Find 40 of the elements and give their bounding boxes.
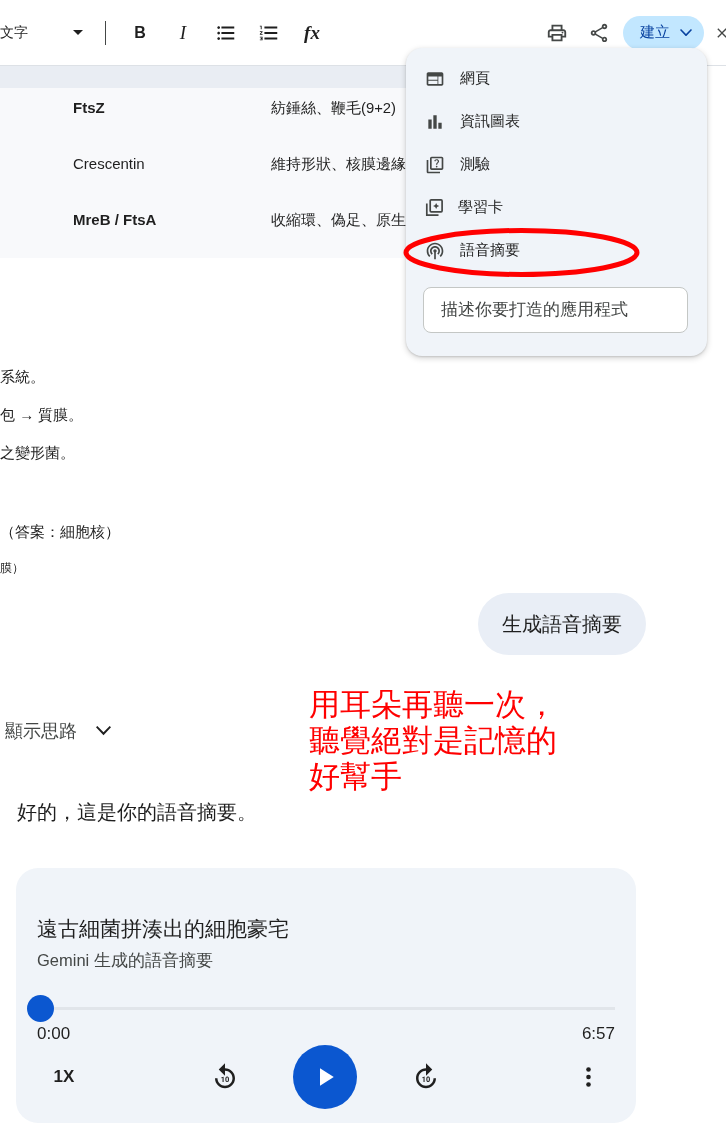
chevron-down-icon xyxy=(680,28,692,37)
table-cell-text: 收縮環、偽足、原生 xyxy=(271,211,406,230)
chevron-down-icon xyxy=(96,726,111,736)
audio-subtitle: Gemini 生成的語音摘要 xyxy=(37,950,213,971)
total-time: 6:57 xyxy=(581,1023,615,1045)
annotation-text: 用耳朵再聽一次，聽覺絕對是記憶的好幫手 xyxy=(309,687,558,795)
more-options-icon xyxy=(585,1067,591,1087)
menu-item[interactable]: 測驗 xyxy=(406,143,707,186)
text-style-dropdown[interactable]: 文字 xyxy=(0,14,84,51)
document-text: 之變形菌。 xyxy=(0,443,75,463)
italic-button[interactable]: I xyxy=(165,14,201,51)
formula-button[interactable]: fx xyxy=(294,14,330,51)
speed-button[interactable]: 1X xyxy=(37,1057,91,1097)
table-cell-text: MreB / FtsA xyxy=(72,210,158,230)
card-stack-icon xyxy=(425,198,443,217)
table-cell-text: Crescentin xyxy=(72,154,146,174)
document-text: 系統。 xyxy=(0,367,45,387)
progress-thumb[interactable] xyxy=(27,994,54,1022)
bold-button[interactable]: B xyxy=(122,14,158,51)
audio-title: 遠古細菌拼湊出的細胞豪宅 xyxy=(37,916,289,942)
table-cell-text: 紡錘絲、鞭毛(9+2) xyxy=(271,99,396,118)
table-cell-text: FtsZ xyxy=(72,98,106,118)
document-text: （答案：細胞核） xyxy=(0,522,120,542)
show-thinking-button[interactable]: 顯示思路 xyxy=(5,713,111,749)
document-text: 包 → 質膜。 xyxy=(0,405,84,425)
menu-item[interactable]: 學習卡 xyxy=(406,186,707,229)
caret-down-icon xyxy=(73,30,83,35)
create-button[interactable]: 建立 xyxy=(623,15,704,50)
menu-item[interactable]: 語音摘要 xyxy=(406,229,707,272)
prompt-field[interactable]: 描述你要打造的應用程式 xyxy=(423,287,688,333)
broadcast-icon xyxy=(425,240,445,261)
elapsed-time: 0:00 xyxy=(37,1023,71,1045)
menu-item[interactable]: 資訊圖表 xyxy=(406,100,707,143)
share-icon xyxy=(588,21,610,44)
question-card-icon xyxy=(425,154,445,175)
note-text: 膜） xyxy=(0,560,24,577)
menu-item[interactable]: 網頁 xyxy=(406,57,707,100)
response-text: 好的，這是你的語音摘要。 xyxy=(17,800,257,825)
user-message: 生成語音摘要 xyxy=(478,593,646,655)
table-cell-text: 維持形狀、核膜邊緣 xyxy=(271,155,406,174)
